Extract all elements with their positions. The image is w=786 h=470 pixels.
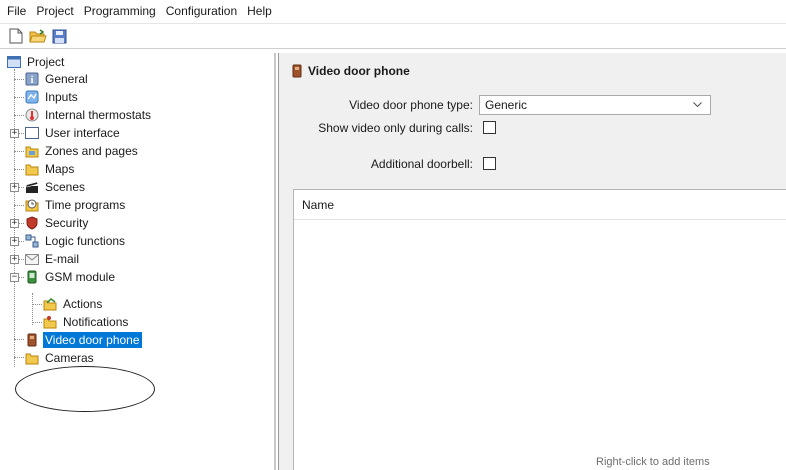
user-interface-icon <box>24 125 40 141</box>
notifications-icon <box>42 314 58 330</box>
open-folder-icon[interactable] <box>28 27 47 46</box>
tree-item-video-door-phone[interactable]: Video door phone <box>24 331 142 349</box>
tree-item-security[interactable]: Security <box>24 214 90 232</box>
tree-item-scenes[interactable]: Scenes <box>24 178 87 196</box>
toolbar <box>0 23 786 49</box>
highlight-ellipse <box>15 366 155 412</box>
menu-help[interactable]: Help <box>246 0 273 22</box>
menu-bar: File Project Programming Configuration H… <box>0 0 786 22</box>
tree-item-label: Logic functions <box>45 234 126 248</box>
logic-icon <box>24 233 40 249</box>
tree-root-label: Project <box>27 55 65 69</box>
panel-title-text: Video door phone <box>308 64 410 78</box>
tree-item-label: Zones and pages <box>45 144 138 158</box>
save-disk-icon[interactable] <box>50 27 69 46</box>
tree-item-label: Scenes <box>45 180 86 194</box>
list-column-name[interactable]: Name <box>294 190 786 220</box>
video-only-during-calls-checkbox[interactable] <box>483 121 496 134</box>
tree-item-label: GSM module <box>45 270 116 284</box>
items-list[interactable]: Name Right-click to add items <box>293 189 786 470</box>
tree-item-zones-and-pages[interactable]: Zones and pages <box>24 142 140 160</box>
expand-scenes[interactable]: + <box>10 183 19 192</box>
tree-item-label: Maps <box>45 162 75 176</box>
security-icon <box>24 215 40 231</box>
expand-logic-functions[interactable]: + <box>10 237 19 246</box>
tree-item-label: Notifications <box>63 315 129 329</box>
tree-item-label: Security <box>45 216 89 230</box>
tree-item-actions[interactable]: Actions <box>42 295 104 313</box>
tree-item-user-interface[interactable]: User interface <box>24 124 122 142</box>
panel-title: Video door phone <box>289 63 410 79</box>
settings-panel: Video door phone Video door phone type: … <box>278 53 786 470</box>
tree-item-inputs[interactable]: Inputs <box>24 88 80 106</box>
camera-folder-icon <box>24 350 40 366</box>
door-phone-icon <box>24 332 40 348</box>
tree-item-label: Inputs <box>45 90 78 104</box>
additional-doorbell-label: Additional doorbell: <box>370 157 473 171</box>
menu-file[interactable]: File <box>6 0 27 22</box>
expand-email[interactable]: + <box>10 255 19 264</box>
clock-icon <box>24 197 40 213</box>
menu-configuration[interactable]: Configuration <box>165 0 238 22</box>
inputs-icon <box>24 89 40 105</box>
additional-doorbell-checkbox[interactable] <box>483 157 496 170</box>
thermostat-icon <box>24 107 40 123</box>
tree-item-label: E-mail <box>45 252 80 266</box>
tree-item-time-programs[interactable]: Time programs <box>24 196 127 214</box>
door-phone-icon <box>289 63 305 79</box>
door-phone-type-label: Video door phone type: <box>349 98 473 112</box>
tree-item-label: Time programs <box>45 198 126 212</box>
general-icon: i <box>24 71 40 87</box>
maps-icon <box>24 161 40 177</box>
list-empty-hint: Right-click to add items <box>596 456 710 468</box>
video-only-during-calls-label: Show video only during calls: <box>318 121 473 135</box>
door-phone-type-select[interactable]: Generic <box>479 95 711 115</box>
chevron-down-icon <box>693 100 702 111</box>
tree-item-label: Actions <box>63 297 103 311</box>
tree-item-logic-functions[interactable]: Logic functions <box>24 232 127 250</box>
project-tree-panel: + + + + + − Project i General Inputs Int… <box>0 53 276 470</box>
project-icon <box>6 54 22 70</box>
tree-item-cameras[interactable]: Cameras <box>24 349 96 367</box>
svg-text:i: i <box>31 75 34 86</box>
tree-item-notifications[interactable]: Notifications <box>42 313 130 331</box>
email-icon <box>24 251 40 267</box>
expand-security[interactable]: + <box>10 219 19 228</box>
menu-project[interactable]: Project <box>35 0 74 22</box>
tree-item-label: Video door phone <box>43 332 142 348</box>
tree-item-maps[interactable]: Maps <box>24 160 76 178</box>
expand-user-interface[interactable]: + <box>10 129 19 138</box>
door-phone-type-value: Generic <box>485 98 528 112</box>
tree-root-project[interactable]: Project <box>6 53 66 71</box>
scenes-icon <box>24 179 40 195</box>
tree-item-label: General <box>45 72 88 86</box>
new-document-icon[interactable] <box>6 27 25 46</box>
zones-icon <box>24 143 40 159</box>
actions-icon <box>42 296 58 312</box>
tree-item-gsm-module[interactable]: GSM module <box>24 268 117 286</box>
tree-item-internal-thermostats[interactable]: Internal thermostats <box>24 106 153 124</box>
menu-programming[interactable]: Programming <box>83 0 157 22</box>
tree-item-label: Cameras <box>45 351 94 365</box>
tree-item-email[interactable]: E-mail <box>24 250 81 268</box>
collapse-gsm-module[interactable]: − <box>10 273 19 282</box>
tree-item-label: Internal thermostats <box>45 108 152 122</box>
tree-item-label: User interface <box>45 126 120 140</box>
tree-item-general[interactable]: i General <box>24 70 90 88</box>
gsm-icon <box>24 269 40 285</box>
list-column-name-label: Name <box>302 197 335 212</box>
